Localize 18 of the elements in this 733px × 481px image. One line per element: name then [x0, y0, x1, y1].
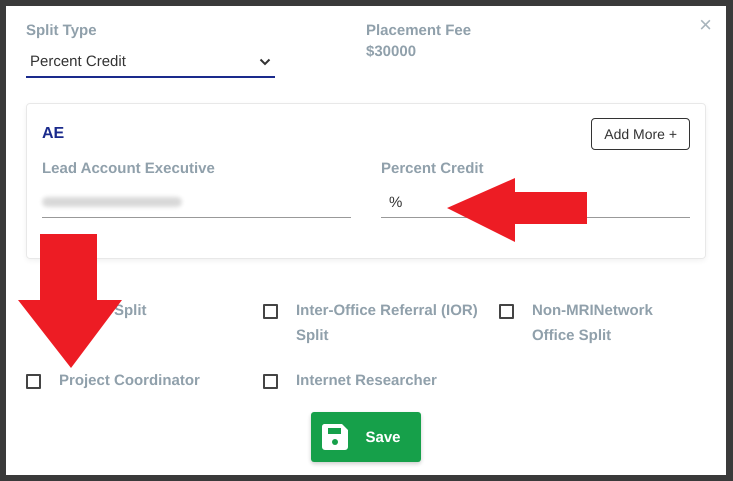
checkbox[interactable] — [26, 374, 41, 389]
checkbox-label: Split — [114, 301, 146, 321]
add-more-button[interactable]: Add More + — [591, 118, 690, 150]
checkbox[interactable] — [263, 374, 278, 389]
field-label: Lead Account Executive — [42, 160, 216, 177]
checkbox-label: Internet Researcher — [296, 371, 437, 391]
placement-fee-value: $30000 — [366, 43, 416, 60]
checkbox-label: Non-MRINetwork Office Split — [532, 301, 654, 346]
field-label: Split Type — [26, 22, 97, 39]
split-type-select[interactable]: Percent Credit — [26, 47, 275, 78]
checkbox[interactable] — [263, 304, 278, 319]
section-title: AE — [42, 125, 64, 143]
field-label: Placement Fee — [366, 22, 472, 39]
field-label: Percent Credit — [381, 160, 485, 177]
checkbox-label: Project Coordinator — [59, 371, 200, 391]
checkbox-label: Inter-Office Referral (IOR) Split — [296, 301, 479, 346]
checkbox[interactable] — [499, 304, 514, 319]
chevron-down-icon — [259, 58, 271, 66]
